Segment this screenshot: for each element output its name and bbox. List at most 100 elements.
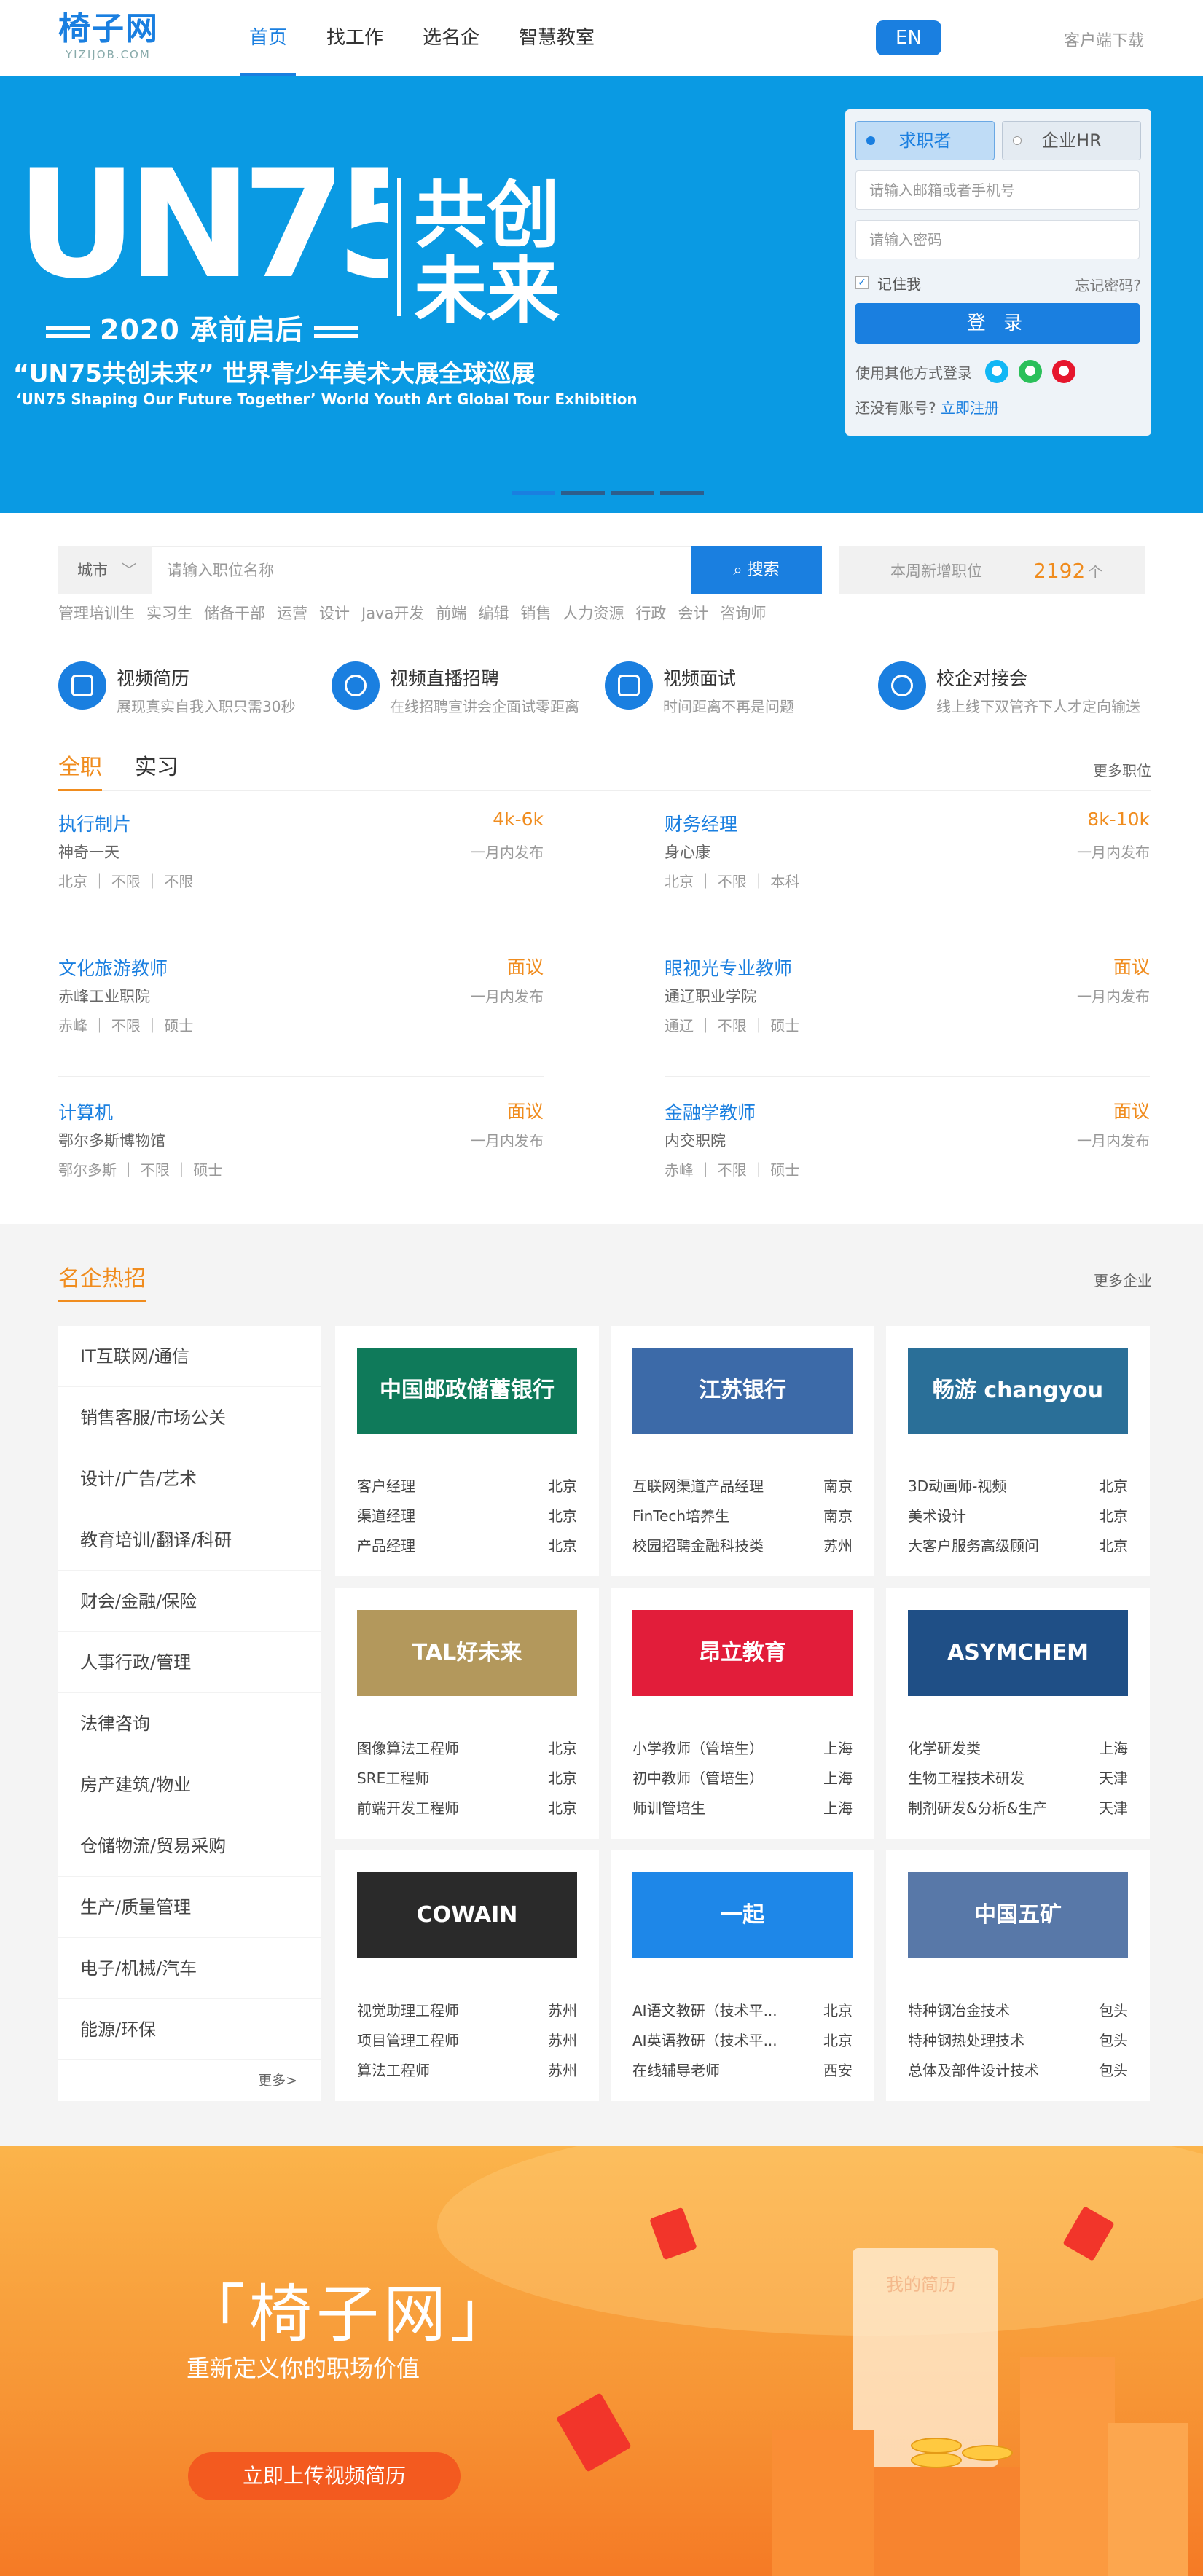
more-jobs-link[interactable]: 更多职位 — [1093, 759, 1151, 780]
hot-tag[interactable]: 设计 — [319, 602, 350, 624]
job-search-input[interactable] — [152, 546, 691, 594]
feature-school-enterprise[interactable]: 校企对接会 线上线下双管齐下人才定向输送 — [878, 661, 1151, 720]
industry-item[interactable]: 设计/广告/艺术 — [58, 1448, 321, 1509]
qq-icon[interactable] — [985, 360, 1008, 383]
company-card[interactable]: 昂立教育 小学教师（管培生） 上海 初中教师（管培生） 上海 师训管培生 上海 — [611, 1588, 874, 1839]
company-job-row[interactable]: AI语文教研（技术平... 北京 — [632, 1996, 853, 2026]
nav-companies[interactable]: 选名企 — [414, 0, 488, 76]
company-job-row[interactable]: SRE工程师 北京 — [357, 1764, 577, 1794]
client-download-link[interactable]: 客户端下载 — [1064, 28, 1144, 51]
industry-item[interactable]: 生产/质量管理 — [58, 1877, 321, 1938]
company-job-row[interactable]: 3D动画师-视频 北京 — [908, 1472, 1128, 1501]
password-input[interactable] — [855, 220, 1140, 259]
company-card[interactable]: ASYMCHEM 化学研发类 上海 生物工程技术研发 天津 制剂研发&分析&生产 天津 — [886, 1588, 1150, 1839]
account-input[interactable] — [855, 170, 1140, 210]
company-logo[interactable]: 一起 — [632, 1872, 853, 1958]
company-job-row[interactable]: 初中教师（管培生） 上海 — [632, 1764, 853, 1794]
job-title[interactable]: 财务经理 — [665, 810, 737, 836]
language-button[interactable]: EN — [876, 20, 941, 55]
company-job-row[interactable]: 制剂研发&分析&生产 天津 — [908, 1794, 1128, 1823]
industry-item[interactable]: 财会/金融/保险 — [58, 1571, 321, 1632]
company-job-row[interactable]: 特种钢冶金技术 包头 — [908, 1996, 1128, 2026]
industry-item[interactable]: 电子/机械/汽车 — [58, 1938, 321, 1999]
job-card[interactable]: 计算机 面议 鄂尔多斯博物馆 一月内发布 鄂尔多斯 ｜ 不限 ｜ 硕士 — [58, 1085, 544, 1221]
company-job-row[interactable]: 总体及部件设计技术 包头 — [908, 2056, 1128, 2086]
company-card[interactable]: COWAIN 视觉助理工程师 苏州 项目管理工程师 苏州 算法工程师 苏州 — [335, 1850, 599, 2101]
industry-item[interactable]: 销售客服/市场公关 — [58, 1387, 321, 1448]
role-hr-tab[interactable]: 企业HR — [1002, 121, 1141, 160]
tab-fulltime[interactable]: 全职 — [58, 750, 102, 791]
hot-tag[interactable]: 储备干部 — [204, 602, 265, 624]
hot-tag[interactable]: 行政 — [635, 602, 666, 624]
hot-tag[interactable]: 人力资源 — [563, 602, 624, 624]
carousel-dot[interactable] — [660, 491, 704, 495]
company-card[interactable]: 中国五矿 特种钢冶金技术 包头 特种钢热处理技术 包头 总体及部件设计技术 包头 — [886, 1850, 1150, 2101]
weibo-icon[interactable] — [1052, 360, 1075, 383]
hot-tag[interactable]: 咨询师 — [720, 602, 766, 624]
company-job-row[interactable]: 互联网渠道产品经理 南京 — [632, 1472, 853, 1501]
carousel-dot[interactable] — [512, 491, 555, 495]
job-card[interactable]: 执行制片 4k-6k 神奇一天 一月内发布 北京 ｜ 不限 ｜ 不限 — [58, 797, 544, 932]
company-job-row[interactable]: 师训管培生 上海 — [632, 1794, 853, 1823]
role-seeker-tab[interactable]: 求职者 — [855, 121, 995, 160]
company-job-row[interactable]: 大客户服务高级顾问 北京 — [908, 1531, 1128, 1561]
company-logo[interactable]: ASYMCHEM — [908, 1610, 1128, 1696]
company-job-row[interactable]: 小学教师（管培生） 上海 — [632, 1734, 853, 1764]
company-logo[interactable]: TAL好未来 — [357, 1610, 577, 1696]
industry-item[interactable]: 教育培训/翻译/科研 — [58, 1509, 321, 1571]
job-company[interactable]: 神奇一天 — [58, 841, 119, 863]
logo[interactable]: 椅子网 YIZIJOB.COM — [58, 10, 168, 68]
more-industries-link[interactable]: 更多> — [258, 2070, 297, 2089]
job-title[interactable]: 眼视光专业教师 — [665, 954, 792, 981]
feature-video-resume[interactable]: 视频简历 展现真实自我入职只需30秒 — [58, 661, 332, 720]
job-title[interactable]: 执行制片 — [58, 810, 131, 836]
job-company[interactable]: 鄂尔多斯博物馆 — [58, 1129, 165, 1151]
company-logo[interactable]: 江苏银行 — [632, 1348, 853, 1434]
tab-intern[interactable]: 实习 — [135, 750, 179, 791]
company-job-row[interactable]: 产品经理 北京 — [357, 1531, 577, 1561]
company-job-row[interactable]: 校园招聘金融科技类 苏州 — [632, 1531, 853, 1561]
hot-tag[interactable]: 会计 — [678, 602, 708, 624]
company-job-row[interactable]: 图像算法工程师 北京 — [357, 1734, 577, 1764]
company-job-row[interactable]: 算法工程师 苏州 — [357, 2056, 577, 2086]
job-title[interactable]: 金融学教师 — [665, 1099, 756, 1125]
hot-tag[interactable]: 管理培训生 — [58, 602, 135, 624]
company-card[interactable]: 畅游 changyou 3D动画师-视频 北京 美术设计 北京 大客户服务高级顾问北… — [886, 1326, 1150, 1576]
hot-tag[interactable]: 编辑 — [478, 602, 509, 624]
company-logo[interactable]: 畅游 changyou — [908, 1348, 1128, 1434]
company-logo[interactable]: 中国邮政储蓄银行 — [357, 1348, 577, 1434]
hot-tag[interactable]: 销售 — [520, 602, 551, 624]
industry-item[interactable]: 房产建筑/物业 — [58, 1754, 321, 1815]
hot-tag[interactable]: Java开发 — [361, 602, 424, 624]
job-title[interactable]: 文化旅游教师 — [58, 954, 168, 981]
industry-item[interactable]: IT互联网/通信 — [58, 1326, 321, 1387]
company-job-row[interactable]: 生物工程技术研发 天津 — [908, 1764, 1128, 1794]
company-card[interactable]: TAL好未来 图像算法工程师 北京 SRE工程师 北京 前端开发工程师 北京 — [335, 1588, 599, 1839]
company-job-row[interactable]: AI英语教研（技术平... 北京 — [632, 2026, 853, 2056]
company-logo[interactable]: 昂立教育 — [632, 1610, 853, 1696]
company-job-row[interactable]: 客户经理 北京 — [357, 1472, 577, 1501]
company-job-row[interactable]: 视觉助理工程师 苏州 — [357, 1996, 577, 2026]
register-link[interactable]: 立即注册 — [941, 399, 999, 417]
job-card[interactable]: 财务经理 8k-10k 身心康 一月内发布 北京 ｜ 不限 ｜ 本科 — [665, 797, 1150, 932]
wechat-icon[interactable] — [1019, 360, 1042, 383]
job-card[interactable]: 眼视光专业教师 面议 通辽职业学院 一月内发布 通辽 ｜ 不限 ｜ 硕士 — [665, 941, 1150, 1077]
city-select[interactable]: 城市 ﹀ — [58, 546, 152, 594]
company-card[interactable]: 中国邮政储蓄银行 客户经理 北京 渠道经理 北京 产品经理 北京 — [335, 1326, 599, 1576]
company-card[interactable]: 江苏银行 互联网渠道产品经理 南京 FinTech培养生 南京 校园招聘金融科技类苏… — [611, 1326, 874, 1576]
carousel-dot[interactable] — [611, 491, 654, 495]
industry-item[interactable]: 仓储物流/贸易采购 — [58, 1815, 321, 1877]
nav-smart-classroom[interactable]: 智慧教室 — [510, 0, 603, 76]
company-job-row[interactable]: 美术设计 北京 — [908, 1501, 1128, 1531]
upload-video-resume-button[interactable]: 立即上传视频简历 — [188, 2452, 461, 2500]
company-logo[interactable]: COWAIN — [357, 1872, 577, 1958]
job-card[interactable]: 文化旅游教师 面议 赤峰工业职院 一月内发布 赤峰 ｜ 不限 ｜ 硕士 — [58, 941, 544, 1077]
remember-checkbox[interactable]: ✓ — [855, 276, 869, 289]
company-logo[interactable]: 中国五矿 — [908, 1872, 1128, 1958]
job-company[interactable]: 赤峰工业职院 — [58, 985, 150, 1007]
hot-tag[interactable]: 前端 — [436, 602, 466, 624]
industry-item[interactable]: 人事行政/管理 — [58, 1632, 321, 1693]
job-company[interactable]: 内交职院 — [665, 1129, 726, 1151]
carousel-dot[interactable] — [561, 491, 605, 495]
feature-live-recruit[interactable]: 视频直播招聘 在线招聘宣讲会企面试零距离 — [332, 661, 605, 720]
